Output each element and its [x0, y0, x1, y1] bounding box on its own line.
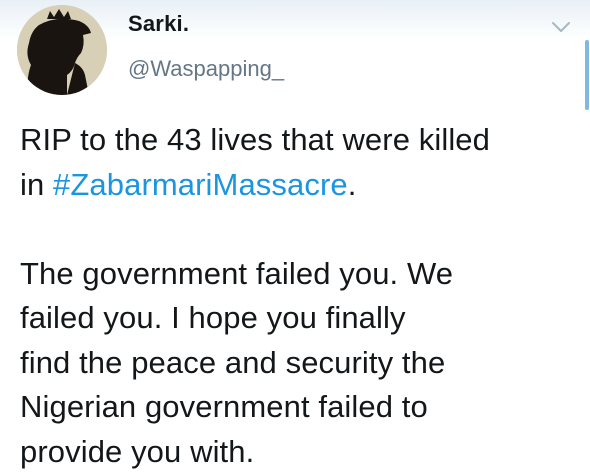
hashtag-link[interactable]: #ZabarmariMassacre [53, 167, 348, 202]
tweet-line: The government failed you. We [20, 255, 454, 291]
tweet-line: provide you with. [20, 433, 255, 469]
tweet-line: RIP to the 43 lives that were killed [20, 122, 490, 157]
tweet-line-suffix: . [347, 166, 357, 202]
author-display-name[interactable]: Sarki. [128, 11, 189, 37]
tweet-line: in #ZabarmariMassacre. [20, 163, 580, 208]
scrollbar[interactable] [585, 40, 589, 110]
avatar-silhouette-icon [17, 5, 107, 95]
tweet-line: failed you. I hope you finally [20, 300, 406, 335]
author-handle[interactable]: @Waspapping_ [128, 56, 284, 82]
tweet-line: Nigerian government failed to [20, 389, 428, 424]
tweet-text: RIP to the 43 lives that were killed in … [20, 118, 580, 474]
tweet-line-prefix: in [20, 166, 54, 202]
tweet-line: find the peace and security the [20, 344, 446, 380]
avatar[interactable] [17, 5, 107, 95]
chevron-down-icon[interactable] [551, 20, 571, 34]
